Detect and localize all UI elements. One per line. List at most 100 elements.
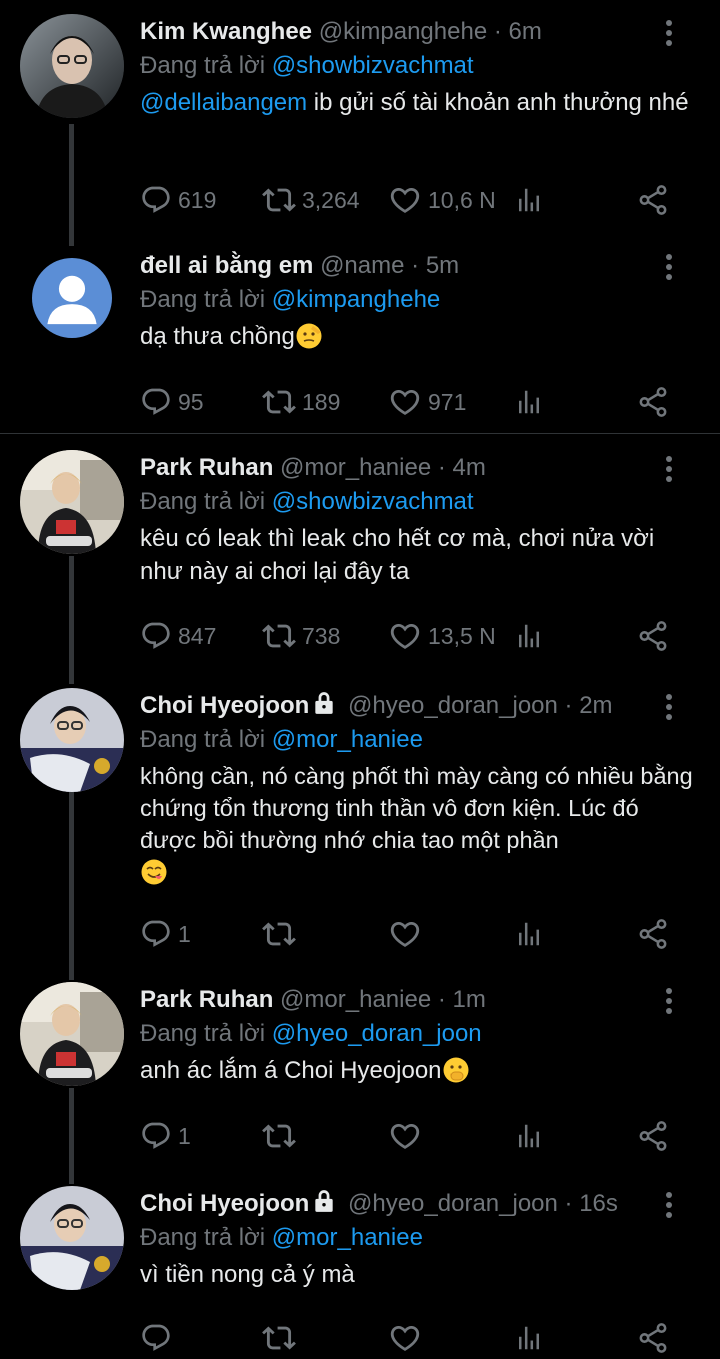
username[interactable]: @name	[320, 252, 404, 279]
avatar[interactable]	[20, 688, 124, 792]
retweet-button[interactable]: 738	[262, 616, 340, 656]
more-options-icon[interactable]	[666, 694, 674, 724]
views-button[interactable]	[514, 1318, 544, 1358]
more-options-icon[interactable]	[666, 456, 674, 486]
share-icon	[636, 917, 670, 951]
avatar[interactable]	[20, 14, 124, 118]
replying-to-label: Đang trả lời	[140, 1020, 266, 1047]
replying-to: Đang trả lời @hyeo_doran_joon	[140, 1018, 700, 1050]
more-options-icon[interactable]	[666, 1192, 674, 1222]
reply-button[interactable]: 619	[140, 180, 216, 220]
reply-button[interactable]: 95	[140, 382, 204, 422]
display-name[interactable]: Kim Kwanghee	[140, 18, 312, 45]
more-options-icon[interactable]	[666, 988, 674, 1018]
like-button[interactable]	[388, 1318, 428, 1358]
display-name[interactable]: Park Ruhan	[140, 454, 273, 481]
like-button[interactable]: 13,5 N	[388, 616, 496, 656]
retweet-button[interactable]: 189	[262, 382, 340, 422]
avatar[interactable]	[20, 982, 124, 1086]
username[interactable]: @kimpanghehe	[319, 18, 487, 45]
views-icon	[514, 1323, 544, 1353]
avatar[interactable]	[20, 450, 124, 554]
username[interactable]: @mor_haniee	[280, 986, 431, 1013]
tweet[interactable]: Park Ruhan @mor_haniee · 1m Đang trả lời…	[0, 982, 720, 1162]
share-icon	[636, 385, 670, 419]
timestamp[interactable]: 6m	[509, 18, 542, 45]
reply-button[interactable]: 1	[140, 1116, 191, 1156]
display-name[interactable]: Choi Hyeojoon	[140, 692, 309, 719]
share-icon	[636, 183, 670, 217]
reply-to-link[interactable]: @hyeo_doran_joon	[272, 1020, 482, 1047]
reply-to-link[interactable]: @mor_haniee	[272, 726, 423, 753]
like-icon	[388, 385, 422, 419]
reply-button[interactable]: 847	[140, 616, 216, 656]
share-button[interactable]	[636, 914, 670, 954]
tweet-body: ib gửi số tài khoản anh thưởng nhé	[307, 89, 689, 116]
reply-button[interactable]: 1	[140, 914, 191, 954]
views-button[interactable]	[514, 914, 544, 954]
retweet-button[interactable]	[262, 1116, 302, 1156]
tweet[interactable]: Kim Kwanghee @kimpanghehe · 6m Đang trả …	[0, 14, 720, 224]
retweet-button[interactable]	[262, 914, 302, 954]
like-button[interactable]: 10,6 N	[388, 180, 496, 220]
separator: ·	[564, 1190, 573, 1217]
face-savoring-food-emoji	[140, 858, 168, 886]
reply-to-link[interactable]: @mor_haniee	[272, 1224, 423, 1251]
share-button[interactable]	[636, 382, 670, 422]
display-name[interactable]: Park Ruhan	[140, 986, 273, 1013]
separator: ·	[437, 454, 446, 481]
share-button[interactable]	[636, 1116, 670, 1156]
saluting-face-emoji	[295, 322, 323, 350]
tweet[interactable]: Park Ruhan @mor_haniee · 4m Đang trả lời…	[0, 450, 720, 665]
like-button[interactable]	[388, 914, 428, 954]
like-button[interactable]	[388, 1116, 428, 1156]
username[interactable]: @hyeo_doran_joon	[348, 692, 558, 719]
username[interactable]: @mor_haniee	[280, 454, 431, 481]
replying-to-label: Đang trả lời	[140, 1224, 266, 1251]
timestamp[interactable]: 5m	[426, 252, 459, 279]
retweet-button[interactable]	[262, 1318, 302, 1358]
replying-to: Đang trả lời @showbizvachmat	[140, 50, 700, 82]
more-options-icon[interactable]	[666, 20, 674, 50]
share-button[interactable]	[636, 180, 670, 220]
share-button[interactable]	[636, 616, 670, 656]
display-name[interactable]: Choi Hyeojoon	[140, 1190, 309, 1217]
lock-icon	[311, 1188, 337, 1214]
replying-to: Đang trả lời @showbizvachmat	[140, 486, 700, 518]
avatar[interactable]	[32, 258, 112, 338]
reply-to-link[interactable]: @kimpanghehe	[272, 286, 440, 313]
display-name[interactable]: đell ai bằng em	[140, 252, 313, 279]
tweet[interactable]: Choi Hyeojoon @hyeo_doran_joon · 16s Đan…	[0, 1186, 720, 1359]
retweet-button[interactable]: 3,264	[262, 180, 360, 220]
tweet[interactable]: Choi Hyeojoon @hyeo_doran_joon · 2m Đang…	[0, 688, 720, 968]
timestamp[interactable]: 16s	[579, 1190, 618, 1217]
tweet-header: Kim Kwanghee @kimpanghehe · 6m	[140, 14, 700, 50]
avatar[interactable]	[20, 1186, 124, 1290]
timestamp[interactable]: 1m	[453, 986, 486, 1013]
reply-button[interactable]	[140, 1318, 178, 1358]
tweet-header: Park Ruhan @mor_haniee · 1m	[140, 982, 700, 1018]
views-button[interactable]	[514, 180, 544, 220]
username[interactable]: @hyeo_doran_joon	[348, 1190, 558, 1217]
like-icon	[388, 183, 422, 217]
reply-count: 1	[178, 920, 191, 947]
more-options-icon[interactable]	[666, 254, 674, 284]
retweet-icon	[262, 1119, 296, 1153]
like-button[interactable]: 971	[388, 382, 466, 422]
reply-to-link[interactable]: @showbizvachmat	[272, 52, 474, 79]
share-button[interactable]	[636, 1318, 670, 1358]
views-button[interactable]	[514, 382, 544, 422]
tweet[interactable]: đell ai bằng em @name · 5m Đang trả lời …	[0, 248, 720, 428]
reply-count: 95	[178, 388, 204, 415]
views-button[interactable]	[514, 1116, 544, 1156]
timestamp[interactable]: 2m	[579, 692, 612, 719]
timestamp[interactable]: 4m	[453, 454, 486, 481]
tweet-text: kêu có leak thì leak cho hết cơ mà, chơi…	[140, 525, 655, 585]
reply-to-link[interactable]: @showbizvachmat	[272, 488, 474, 515]
mention-link[interactable]: @dellaibangem	[140, 89, 307, 116]
reply-icon	[140, 184, 172, 216]
retweet-count: 3,264	[302, 186, 360, 213]
views-button[interactable]	[514, 616, 544, 656]
share-icon	[636, 619, 670, 653]
like-count: 10,6 N	[428, 186, 496, 213]
